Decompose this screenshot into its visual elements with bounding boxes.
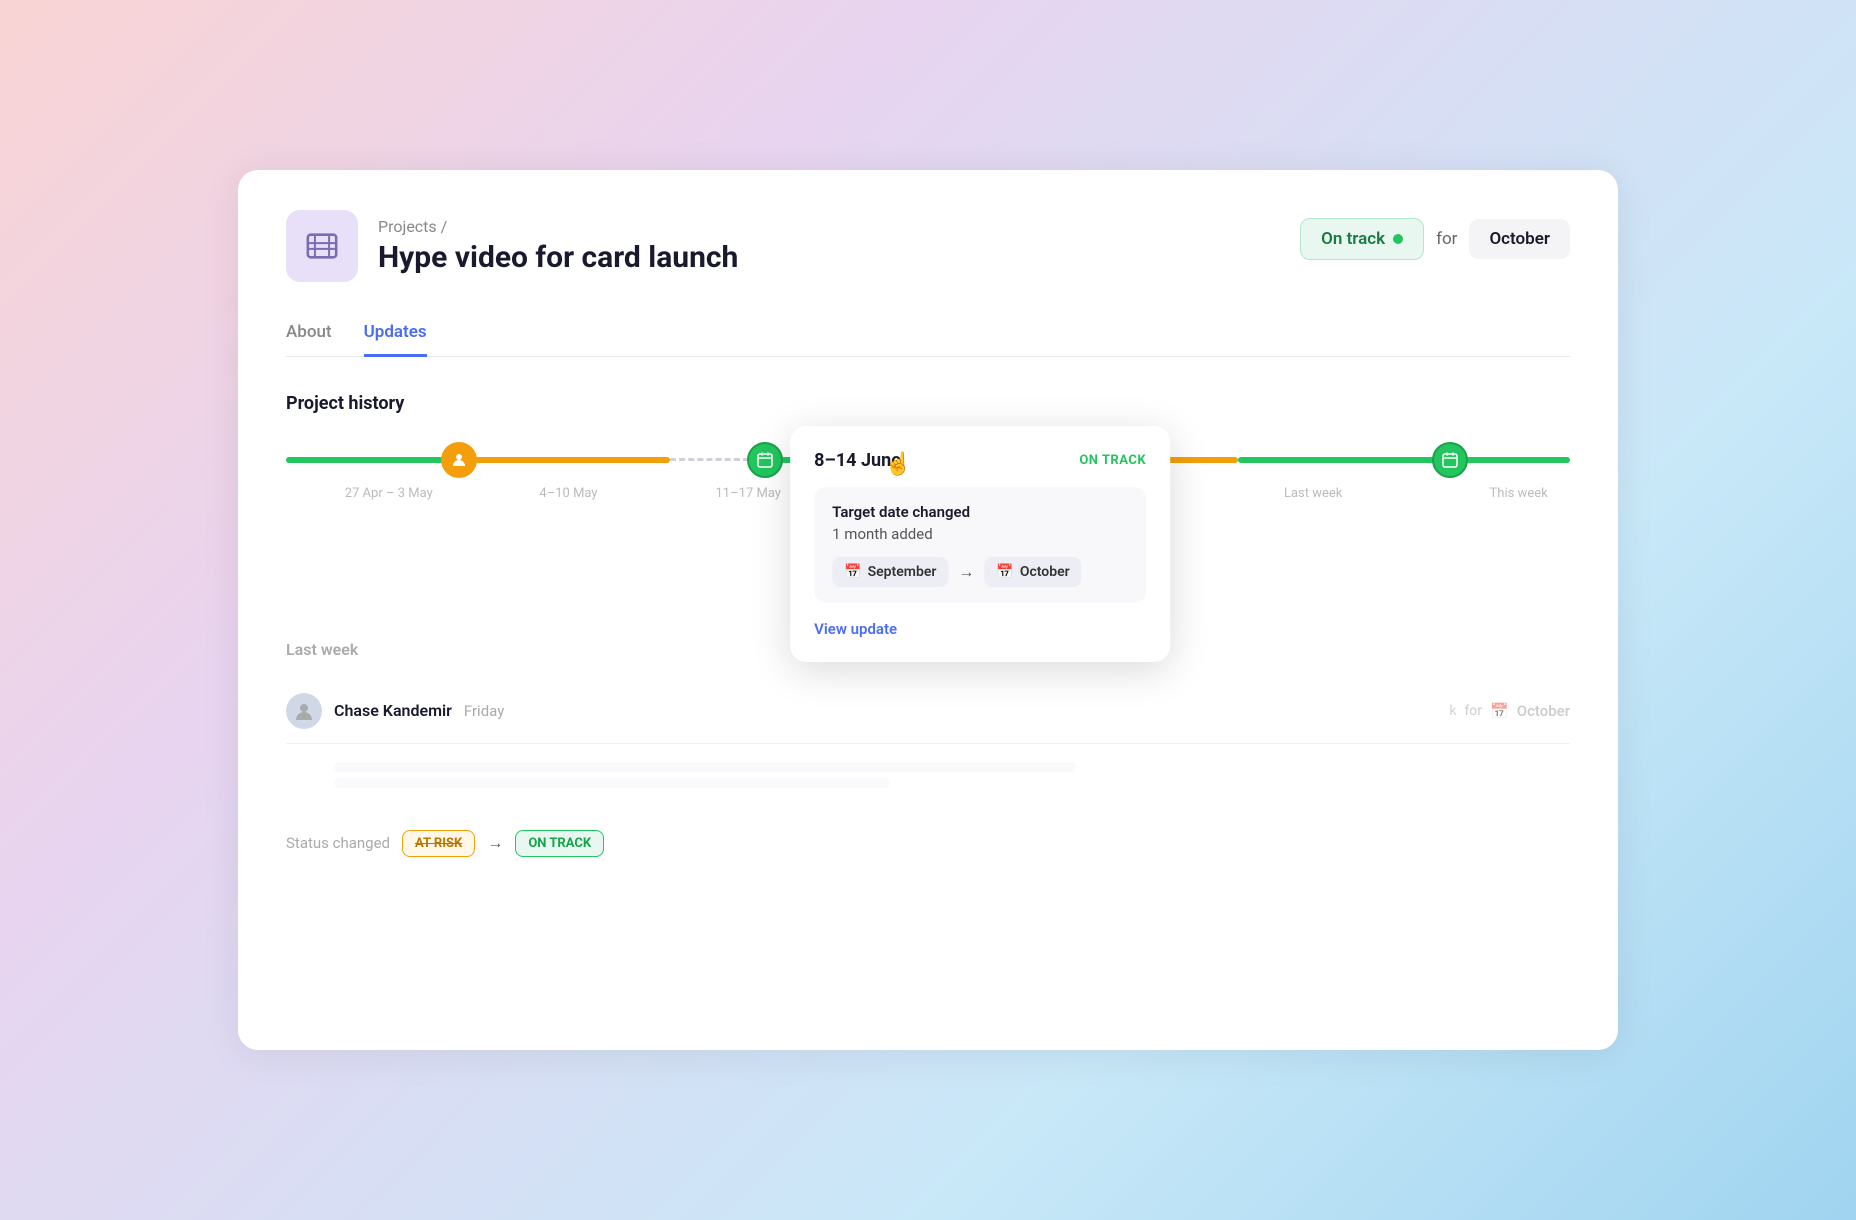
month-badge: October <box>1469 219 1570 259</box>
change-subtitle: 1 month added <box>832 525 1128 543</box>
tooltip-change-card: Target date changed 1 month added 📅 Sept… <box>814 487 1146 603</box>
right-cal-icon: 📅 <box>1490 702 1509 720</box>
from-cal-icon: 📅 <box>844 564 861 580</box>
change-arrow: → <box>958 562 974 582</box>
status-badge: On track <box>1300 218 1424 260</box>
timeline-seg-dashed <box>670 458 748 461</box>
update-row-right: k for 📅 October <box>1449 702 1570 720</box>
tab-about[interactable]: About <box>286 322 332 357</box>
tabs-container: About Updates <box>286 322 1570 357</box>
tooltip-popup: 8–14 June ON TRACK Target date changed 1… <box>790 426 1170 662</box>
timeline-node-person[interactable] <box>441 442 477 478</box>
for-label: for <box>1436 229 1457 249</box>
project-icon <box>286 210 358 282</box>
tl-label-this-week: This week <box>1490 486 1548 501</box>
change-title: Target date changed <box>832 503 1128 521</box>
timeline-seg-6 <box>1466 457 1570 463</box>
breadcrumb: Projects / <box>378 217 738 236</box>
view-update-link[interactable]: View update <box>814 620 897 638</box>
tl-label-3: 11–17 May <box>716 486 781 501</box>
status-dot <box>1393 234 1403 244</box>
header: Projects / Hype video for card launch On… <box>286 210 1570 282</box>
tooltip-header: 8–14 June ON TRACK <box>814 450 1146 471</box>
from-date-pill: 📅 September <box>832 557 948 587</box>
to-date-pill: 📅 October <box>984 557 1081 587</box>
timeline-node-calendar-end[interactable] <box>1432 442 1468 478</box>
date-change: 📅 September → 📅 October <box>832 557 1128 587</box>
to-cal-icon: 📅 <box>996 564 1013 580</box>
update-item-chase: Chase Kandemir Friday k for 📅 October <box>286 679 1570 744</box>
tooltip-status: ON TRACK <box>1079 453 1146 468</box>
main-card: Projects / Hype video for card launch On… <box>238 170 1618 1050</box>
blurred-content <box>286 744 1570 814</box>
status-change-label: Status changed <box>286 834 390 852</box>
tl-label-last-week: Last week <box>1284 486 1342 501</box>
update-user-info: Chase Kandemir Friday <box>334 701 504 720</box>
timeline-wrapper: 27 Apr – 3 May 4–10 May 11–17 May Last w… <box>286 442 1570 540</box>
status-change-row: Status changed AT RISK → ON TRACK <box>286 814 1570 873</box>
status-change-arrow: → <box>487 833 503 853</box>
avatar-chase <box>286 693 322 729</box>
timeline-seg-5 <box>1238 457 1434 463</box>
at-risk-badge: AT RISK <box>402 830 475 857</box>
timeline-seg-1 <box>286 457 443 463</box>
update-time: Friday <box>464 702 504 720</box>
header-text: Projects / Hype video for card launch <box>378 217 738 275</box>
timeline-node-calendar[interactable] <box>747 442 783 478</box>
on-track-badge: ON TRACK <box>515 830 604 857</box>
tl-label-1: 27 Apr – 3 May <box>345 486 433 501</box>
right-for-label: for <box>1464 703 1482 719</box>
project-title: Hype video for card launch <box>378 240 738 275</box>
right-status-text: k <box>1449 703 1456 719</box>
tooltip-date: 8–14 June <box>814 450 901 471</box>
last-week-section: Last week Chase Kandemir Friday k for 📅 … <box>286 640 1570 873</box>
section-title: Project history <box>286 393 1570 414</box>
timeline-seg-2 <box>475 457 671 463</box>
right-month: October <box>1517 702 1570 720</box>
tab-updates[interactable]: Updates <box>364 322 427 357</box>
update-name: Chase Kandemir <box>334 701 452 720</box>
tl-label-2: 4–10 May <box>539 486 597 501</box>
header-right: On track for October <box>1300 218 1570 260</box>
header-left: Projects / Hype video for card launch <box>286 210 738 282</box>
